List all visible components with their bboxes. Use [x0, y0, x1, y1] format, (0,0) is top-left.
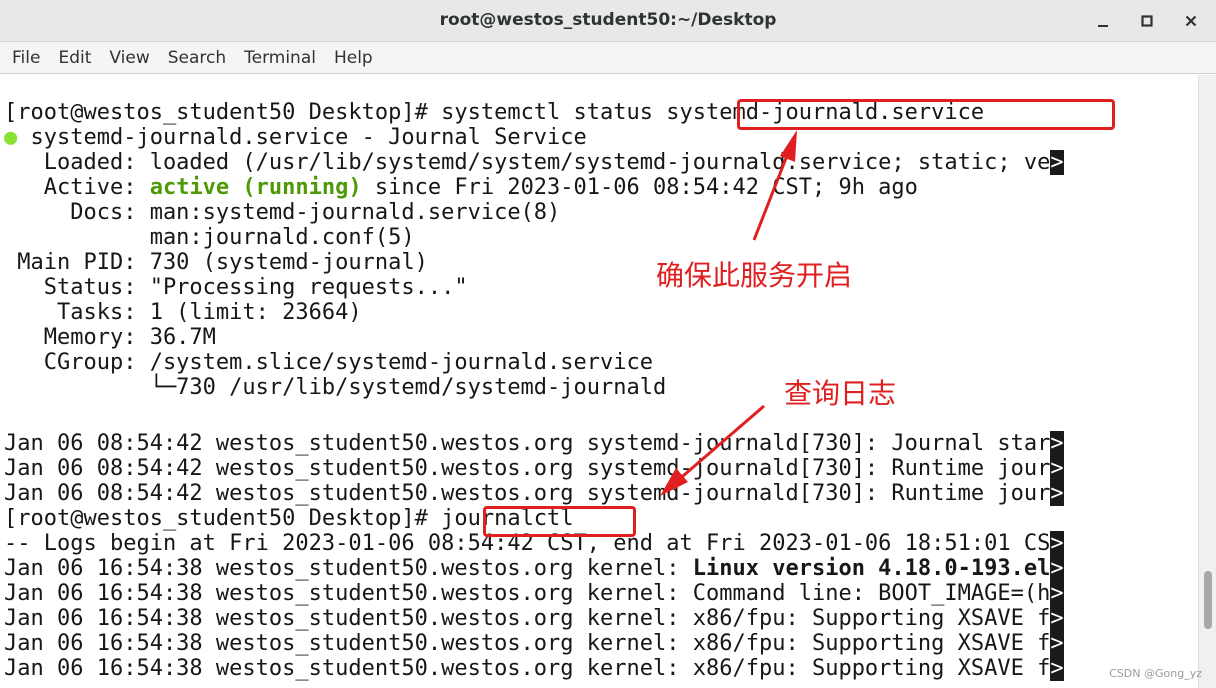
terminal-line: Status: "Processing requests..."	[4, 275, 468, 300]
terminal-line: ● systemd-journald.service - Journal Ser…	[4, 125, 587, 150]
maximize-button[interactable]	[1134, 8, 1160, 34]
active-since: since Fri 2023-01-06 08:54:42 CST; 9h ag…	[361, 175, 918, 200]
terminal-line: CGroup: /system.slice/systemd-journald.s…	[4, 350, 654, 375]
service-title: systemd-journald.service - Journal Servi…	[17, 125, 587, 150]
close-icon	[1185, 15, 1197, 27]
menu-search[interactable]: Search	[159, 42, 235, 74]
menu-terminal[interactable]: Terminal	[235, 42, 325, 74]
terminal-line: Jan 06 16:54:38 westos_student50.westos.…	[4, 556, 1064, 581]
terminal-line: Active: active (running) since Fri 2023-…	[4, 175, 918, 200]
terminal-line: Jan 06 16:54:38 westos_student50.westos.…	[4, 606, 1064, 631]
truncation-marker: >	[1050, 531, 1064, 556]
menu-bar: File Edit View Search Terminal Help	[0, 42, 1216, 74]
terminal-line: └─730 /usr/lib/systemd/systemd-journald	[4, 375, 667, 400]
truncation-marker: >	[1050, 150, 1064, 175]
menu-file[interactable]: File	[3, 42, 49, 74]
watermark: CSDN @Gong_yz	[1109, 667, 1202, 680]
minimize-button[interactable]	[1090, 8, 1116, 34]
terminal-output[interactable]: [root@westos_student50 Desktop]# systemc…	[0, 75, 1198, 688]
log-text: Jan 06 08:54:42 westos_student50.westos.…	[4, 456, 1051, 481]
terminal-line: Jan 06 08:54:42 westos_student50.westos.…	[4, 431, 1064, 456]
minimize-icon	[1098, 25, 1108, 27]
status-dot-icon: ●	[4, 125, 18, 150]
log-text: Jan 06 16:54:38 westos_student50.westos.…	[4, 656, 1051, 681]
menu-help[interactable]: Help	[325, 42, 382, 74]
menu-view[interactable]: View	[100, 42, 158, 74]
terminal-line: Jan 06 16:54:38 westos_student50.westos.…	[4, 656, 1064, 681]
truncation-marker: >	[1050, 656, 1064, 681]
log-text: Jan 06 08:54:42 westos_student50.westos.…	[4, 431, 1051, 456]
log-text: Jan 06 16:54:38 westos_student50.westos.…	[4, 581, 1051, 606]
truncation-marker: >	[1050, 631, 1064, 656]
terminal-line: Loaded: loaded (/usr/lib/systemd/system/…	[4, 150, 1064, 175]
annotation-query-logs: 查询日志	[784, 377, 897, 410]
log-text: Jan 06 16:54:38 westos_student50.westos.…	[4, 606, 1051, 631]
terminal-line: Jan 06 08:54:42 westos_student50.westos.…	[4, 481, 1064, 506]
service-name-highlight	[737, 99, 1115, 130]
terminal-line: Memory: 36.7M	[4, 325, 216, 350]
shell-prompt: [root@westos_student50 Desktop]#	[4, 506, 442, 531]
journalctl-highlight	[483, 506, 636, 537]
loaded-line: Loaded: loaded (/usr/lib/systemd/system/…	[4, 150, 1051, 175]
terminal-line: Docs: man:systemd-journald.service(8)	[4, 200, 561, 225]
close-button[interactable]	[1178, 8, 1204, 34]
terminal-line: man:journald.conf(5)	[4, 225, 415, 250]
annotation-ensure-service: 确保此服务开启	[656, 259, 853, 292]
truncation-marker: >	[1050, 481, 1064, 506]
truncation-marker: >	[1050, 556, 1064, 581]
terminal-line: Tasks: 1 (limit: 23664)	[4, 300, 362, 325]
terminal-line: Jan 06 16:54:38 westos_student50.westos.…	[4, 631, 1064, 656]
kernel-version: Linux version 4.18.0-193.el	[692, 556, 1051, 581]
vertical-scrollbar[interactable]	[1198, 75, 1216, 688]
menu-edit[interactable]: Edit	[49, 42, 100, 74]
active-status: active (running)	[149, 175, 362, 200]
window-titlebar[interactable]: root@westos_student50:~/Desktop	[0, 0, 1216, 42]
maximize-icon	[1141, 15, 1153, 27]
truncation-marker: >	[1050, 456, 1064, 481]
shell-prompt: [root@westos_student50 Desktop]#	[4, 100, 442, 125]
truncation-marker: >	[1050, 606, 1064, 631]
terminal-line: Jan 06 16:54:38 westos_student50.westos.…	[4, 581, 1064, 606]
truncation-marker: >	[1050, 581, 1064, 606]
active-label: Active:	[4, 175, 150, 200]
log-text: Jan 06 08:54:42 westos_student50.westos.…	[4, 481, 1051, 506]
log-text: Jan 06 16:54:38 westos_student50.westos.…	[4, 556, 693, 581]
terminal-line: Jan 06 08:54:42 westos_student50.westos.…	[4, 456, 1064, 481]
window-title: root@westos_student50:~/Desktop	[439, 10, 777, 30]
terminal-line: Main PID: 730 (systemd-journal)	[4, 250, 428, 275]
log-text: Jan 06 16:54:38 westos_student50.westos.…	[4, 631, 1051, 656]
truncation-marker: >	[1050, 431, 1064, 456]
scrollbar-thumb[interactable]	[1204, 571, 1212, 629]
